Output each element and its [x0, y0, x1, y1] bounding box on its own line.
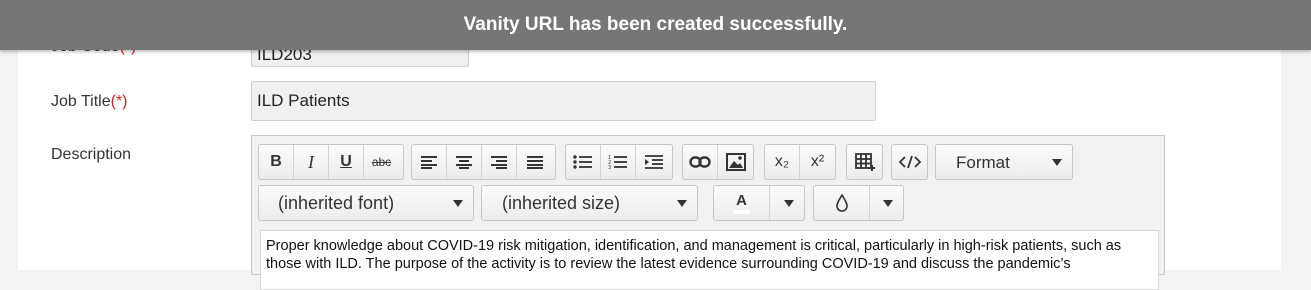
table-group [846, 144, 883, 180]
italic-button[interactable]: I [294, 145, 329, 179]
description-label: Description [51, 146, 132, 163]
format-dropdown[interactable]: Format [935, 144, 1073, 180]
script-group: x₂ x² [764, 144, 836, 180]
chevron-down-icon [453, 200, 463, 207]
strikethrough-button[interactable]: abc [364, 145, 399, 179]
source-group [891, 144, 928, 180]
success-toast: Vanity URL has been created successfully… [0, 0, 1311, 50]
bulleted-list-button[interactable] [566, 145, 601, 179]
rich-text-editor: B I U abc 123 x₂ x² Format (inherited fo… [251, 135, 1165, 290]
align-right-button[interactable] [482, 145, 517, 179]
list-group: 123 [565, 144, 673, 180]
background-color-button[interactable] [814, 186, 870, 220]
subscript-button[interactable]: x₂ [765, 145, 800, 179]
bulleted-list-icon [573, 155, 592, 169]
code-icon [898, 155, 921, 169]
link-icon [689, 156, 711, 168]
job-title-label: Job Title(*) [51, 93, 128, 110]
chevron-down-icon [677, 200, 687, 207]
table-icon [854, 153, 875, 171]
editor-content-area[interactable]: Proper knowledge about COVID-19 risk mit… [260, 230, 1159, 290]
align-center-button[interactable] [447, 145, 482, 179]
chevron-down-icon [1052, 159, 1062, 166]
chevron-down-icon [784, 200, 794, 207]
superscript-button[interactable]: x² [800, 145, 835, 179]
link-button[interactable] [683, 145, 718, 179]
alignment-group [411, 144, 556, 180]
align-center-icon [456, 156, 472, 169]
droplet-icon [835, 194, 848, 212]
bold-button[interactable]: B [259, 145, 294, 179]
image-icon [725, 153, 746, 171]
text-color-button[interactable]: A [714, 186, 770, 220]
indent-icon [644, 155, 663, 169]
justify-icon [526, 156, 543, 169]
insert-group [682, 144, 754, 180]
text-color-swatch [733, 210, 750, 214]
basic-styles-group: B I U abc [258, 144, 404, 180]
table-button[interactable] [847, 145, 882, 179]
numbered-list-button[interactable]: 123 [601, 145, 636, 179]
justify-button[interactable] [517, 145, 552, 179]
size-dropdown[interactable]: (inherited size) [481, 185, 698, 221]
align-right-icon [491, 156, 507, 169]
image-button[interactable] [718, 145, 753, 179]
align-left-icon [421, 156, 437, 169]
numbered-list-icon: 123 [608, 155, 627, 170]
font-dropdown[interactable]: (inherited font) [258, 185, 474, 221]
job-title-input[interactable]: ILD Patients [251, 81, 876, 121]
underline-button[interactable]: U [329, 145, 364, 179]
chevron-down-icon [883, 200, 893, 207]
indent-button[interactable] [636, 145, 671, 179]
background-color-dropdown[interactable] [813, 185, 904, 221]
svg-text:3: 3 [608, 165, 611, 170]
align-left-button[interactable] [412, 145, 447, 179]
text-color-dropdown[interactable]: A [713, 185, 805, 221]
source-code-button[interactable] [892, 145, 927, 179]
